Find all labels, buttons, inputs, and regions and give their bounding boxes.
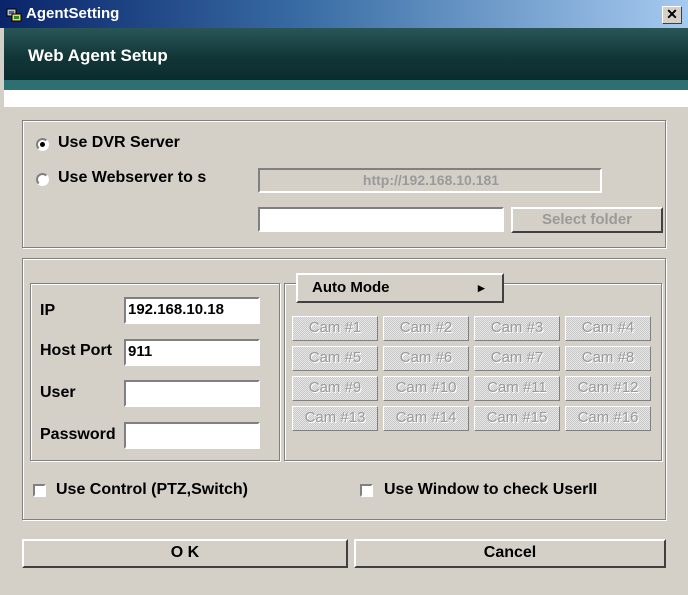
ok-button[interactable]: O K xyxy=(22,539,348,568)
auto-mode-label: Auto Mode xyxy=(312,279,390,296)
cam-button[interactable]: Cam #10 xyxy=(383,376,469,401)
use-control-checkbox[interactable] xyxy=(33,484,46,497)
use-window-checkbox[interactable] xyxy=(360,484,373,497)
password-label: Password xyxy=(40,426,116,443)
cam-button[interactable]: Cam #7 xyxy=(474,346,560,371)
use-dvr-label[interactable]: Use DVR Server xyxy=(58,134,180,152)
host-port-label: Host Port xyxy=(40,342,112,359)
header-divider xyxy=(4,90,688,107)
chevron-right-icon: ▸ xyxy=(478,280,485,295)
cam-button[interactable]: Cam #11 xyxy=(474,376,560,401)
webserver-url-field[interactable]: http://192.168.10.181 xyxy=(258,168,602,193)
use-webserver-radio[interactable] xyxy=(36,173,49,186)
folder-path-field[interactable] xyxy=(258,207,504,232)
banner-stripe xyxy=(4,80,688,90)
cam-button[interactable]: Cam #9 xyxy=(292,376,378,401)
cam-button[interactable]: Cam #4 xyxy=(565,316,651,341)
host-port-field[interactable]: 911 xyxy=(124,339,260,366)
page-title: Web Agent Setup xyxy=(28,46,168,65)
use-window-label[interactable]: Use Window to check UserII xyxy=(384,481,597,499)
auto-mode-button[interactable]: Auto Mode ▸ xyxy=(296,273,504,303)
cam-button[interactable]: Cam #5 xyxy=(292,346,378,371)
user-label: User xyxy=(40,384,76,401)
use-dvr-radio[interactable] xyxy=(36,138,49,151)
window-title: AgentSetting xyxy=(26,5,120,22)
cam-button[interactable]: Cam #8 xyxy=(565,346,651,371)
close-button[interactable]: ✕ xyxy=(662,6,682,24)
cam-button[interactable]: Cam #3 xyxy=(474,316,560,341)
cam-button[interactable]: Cam #12 xyxy=(565,376,651,401)
close-icon: ✕ xyxy=(666,6,678,22)
cam-button[interactable]: Cam #2 xyxy=(383,316,469,341)
ip-label: IP xyxy=(40,302,56,319)
cam-button[interactable]: Cam #6 xyxy=(383,346,469,371)
cam-button[interactable]: Cam #16 xyxy=(565,406,651,431)
ip-field[interactable]: 192.168.10.18 xyxy=(124,297,260,324)
use-webserver-label[interactable]: Use Webserver to s xyxy=(58,169,206,187)
cancel-button[interactable]: Cancel xyxy=(354,539,666,568)
password-field[interactable] xyxy=(124,422,260,449)
use-control-label[interactable]: Use Control (PTZ,Switch) xyxy=(56,481,248,499)
cam-button[interactable]: Cam #14 xyxy=(383,406,469,431)
cam-button[interactable]: Cam #15 xyxy=(474,406,560,431)
select-folder-button[interactable]: Select folder xyxy=(511,207,663,233)
cam-button[interactable]: Cam #1 xyxy=(292,316,378,341)
user-field[interactable] xyxy=(124,380,260,407)
cam-button[interactable]: Cam #13 xyxy=(292,406,378,431)
camera-group xyxy=(284,283,662,461)
app-icon xyxy=(6,8,22,22)
